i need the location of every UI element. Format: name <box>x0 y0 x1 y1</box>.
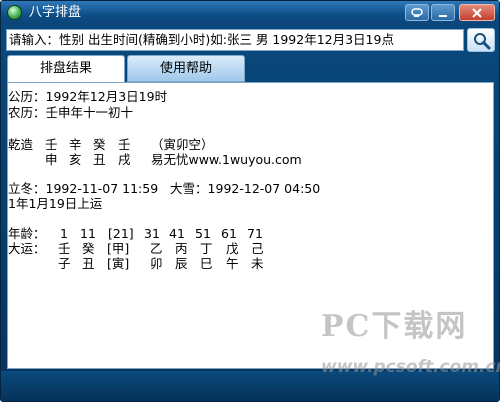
site-credit: 易无忧www.1wuyou.com <box>151 152 302 167</box>
dayun-stem-8: 己 <box>251 241 264 256</box>
dayun-label: 大运： <box>8 241 46 256</box>
lunar-date: 农历：壬申年十一初十 <box>8 105 134 120</box>
dayun-branch-4: 卯 <box>150 256 163 271</box>
hour-branch: 戌 <box>118 152 131 167</box>
underline-icon <box>439 14 447 17</box>
age-6: 51 <box>195 226 211 241</box>
age-label: 年龄： <box>8 226 46 241</box>
close-button[interactable] <box>459 4 495 21</box>
dayun-stem-2: 癸 <box>82 241 95 256</box>
dayun-stem-6: 丁 <box>200 241 213 256</box>
dayun-stem-1: 壬 <box>58 241 71 256</box>
month-branch: 亥 <box>69 152 82 167</box>
month-stem: 辛 <box>69 137 82 152</box>
age-2: 11 <box>80 226 96 241</box>
dayun-branch-6: 巳 <box>200 256 213 271</box>
hour-stem: 壬 <box>118 137 131 152</box>
day-stem: 癸 <box>93 137 106 152</box>
search-button[interactable] <box>467 28 495 52</box>
age-3: [21] <box>108 226 134 241</box>
age-1: 1 <box>60 226 68 241</box>
app-logo-icon <box>7 5 22 20</box>
start-luck: 1年1月19日上运 <box>8 196 103 211</box>
day-branch: 丑 <box>93 152 106 167</box>
dayun-stem-5: 丙 <box>175 241 188 256</box>
dayun-stem-7: 戊 <box>226 241 239 256</box>
dayun-branch-2: 丑 <box>82 256 95 271</box>
dayun-stem-3: [甲] <box>107 241 130 256</box>
app-window: 八字排盘 请输入：性别 出生时间(精确到小时)如:张三 男 1992年12月3日… <box>0 0 500 402</box>
tab-help[interactable]: 使用帮助 <box>127 55 245 82</box>
minimize-icon <box>411 7 423 17</box>
birth-info-input[interactable]: 请输入：性别 出生时间(精确到小时)如:张三 男 1992年12月3日19点 <box>6 29 464 51</box>
age-7: 61 <box>221 226 237 241</box>
qianzao-label: 乾造 <box>8 137 34 152</box>
minimize-button[interactable] <box>405 4 429 21</box>
close-icon <box>472 7 482 18</box>
dayun-stem-4: 乙 <box>150 241 163 256</box>
age-8: 71 <box>247 226 263 241</box>
title-bar[interactable]: 八字排盘 <box>1 1 499 25</box>
dayun-branch-5: 辰 <box>175 256 188 271</box>
dayun-branch-1: 子 <box>58 256 71 271</box>
void-branches: （寅卯空） <box>151 137 214 152</box>
solar-terms: 立冬：1992-11-07 11:59 大雪：1992-12-07 04:50 <box>8 181 321 196</box>
dayun-branch-7: 午 <box>226 256 239 271</box>
year-branch: 申 <box>45 152 58 167</box>
restore-button[interactable] <box>431 4 455 21</box>
dayun-branch-3: [寅] <box>107 256 130 271</box>
tab-result[interactable]: 排盘结果 <box>7 55 125 82</box>
search-icon <box>474 33 491 50</box>
result-panel: 公历：1992年12月3日19时 农历：壬申年十一初十 乾造 壬 辛 癸 壬 （… <box>7 82 494 369</box>
year-stem: 壬 <box>45 137 58 152</box>
solar-date: 公历：1992年12月3日19时 <box>8 89 168 104</box>
dayun-branch-8: 未 <box>251 256 264 271</box>
window-title: 八字排盘 <box>29 5 82 20</box>
age-4: 31 <box>144 226 160 241</box>
age-5: 41 <box>169 226 185 241</box>
status-bar <box>1 371 499 401</box>
